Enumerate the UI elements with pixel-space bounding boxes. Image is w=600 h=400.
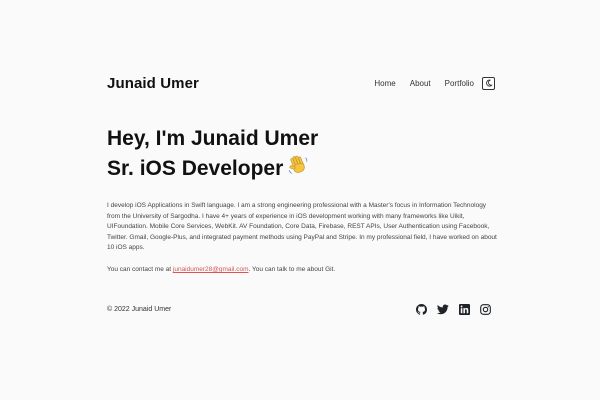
instagram-icon	[480, 303, 491, 315]
hero-greeting: Hey, I'm Junaid Umer	[107, 127, 319, 150]
moon-icon	[485, 79, 492, 87]
contact-prefix: You can contact me at	[107, 266, 173, 273]
bio-paragraph: I develop iOS Applications in Swift lang…	[107, 202, 497, 251]
github-icon	[416, 303, 427, 315]
instagram-link[interactable]	[480, 303, 491, 315]
linkedin-icon	[459, 303, 470, 315]
nav-about[interactable]: About	[410, 79, 431, 88]
contact-paragraph: You can contact me at junaidumer28@gmail…	[107, 265, 499, 275]
social-links	[416, 303, 491, 315]
main-nav: Home About Portfolio	[374, 76, 495, 90]
copyright-text: © 2022 Junaid Umer	[107, 305, 172, 313]
email-link[interactable]: junaidumer28@gmail.com	[173, 266, 249, 273]
twitter-icon	[437, 304, 449, 314]
page: Junaid Umer Home About Portfolio Hey, I'…	[0, 0, 600, 400]
nav-portfolio[interactable]: Portfolio	[445, 79, 474, 88]
theme-toggle-button[interactable]	[482, 76, 495, 90]
github-link[interactable]	[416, 303, 427, 315]
twitter-link[interactable]	[437, 304, 449, 315]
linkedin-link[interactable]	[459, 303, 470, 315]
site-header: Junaid Umer Home About Portfolio	[107, 70, 495, 96]
hero-role-text: Sr. iOS Developer	[107, 157, 284, 181]
contact-suffix: . You can talk to me about Git.	[248, 266, 336, 273]
hero: Hey, I'm Junaid Umer Sr. iOS Developer	[107, 124, 527, 185]
site-footer: © 2022 Junaid Umer	[107, 302, 491, 316]
site-title[interactable]: Junaid Umer	[107, 75, 199, 92]
nav-home[interactable]: Home	[374, 79, 395, 88]
waving-hand-icon	[287, 154, 309, 185]
hero-role: Sr. iOS Developer	[107, 154, 527, 185]
